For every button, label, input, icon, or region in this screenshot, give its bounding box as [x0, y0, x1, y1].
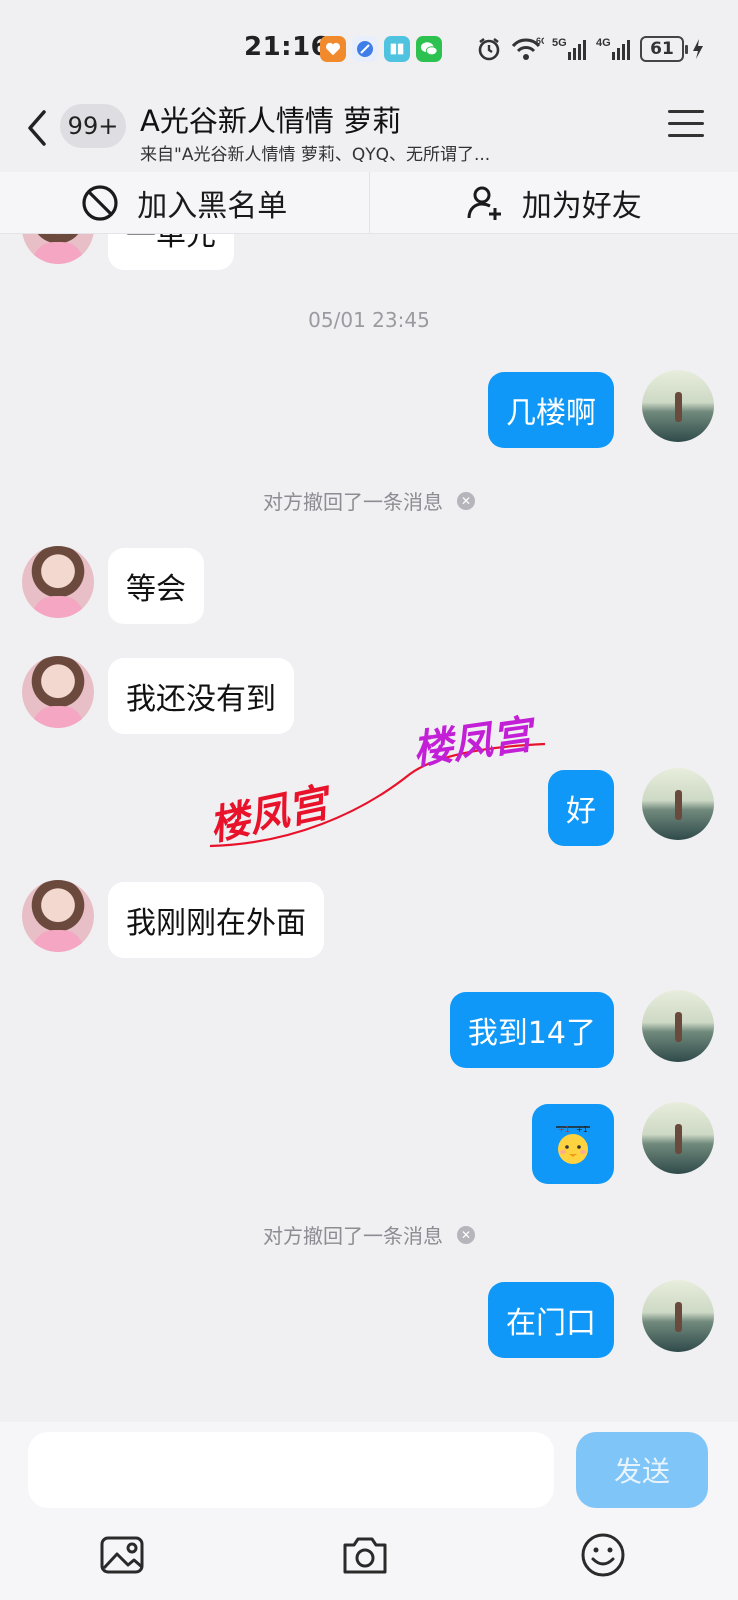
add-friend-button[interactable]: 加为好友: [370, 172, 738, 233]
book-app-icon: [384, 36, 410, 62]
svg-text:+1: +1: [576, 1125, 588, 1134]
sticker-message[interactable]: +1 +1: [532, 1104, 614, 1184]
signal-5g-icon: 5G: [552, 37, 586, 60]
image-picker-icon[interactable]: [98, 1530, 148, 1580]
add-user-icon: [467, 186, 501, 220]
dismiss-icon[interactable]: ✕: [457, 491, 475, 510]
emoji-icon[interactable]: [578, 1530, 628, 1580]
chat-header: 99+ A光谷新人情情 萝莉 来自"A光谷新人情情 萝莉、QYQ、无所谓了...: [0, 96, 738, 172]
contact-avatar[interactable]: [22, 656, 94, 728]
recall-notice-text: 对方撤回了一条消息: [263, 1224, 443, 1248]
my-avatar[interactable]: [642, 370, 714, 442]
chick-sticker-icon: +1 +1: [556, 1125, 590, 1164]
alarm-icon: [478, 37, 500, 61]
dismiss-icon[interactable]: ✕: [457, 1225, 475, 1244]
message-bubble-outgoing[interactable]: 在门口: [488, 1282, 614, 1358]
charging-icon: [693, 39, 703, 59]
signal-4g-icon: 4G: [596, 37, 630, 60]
block-button[interactable]: 加入黑名单: [0, 172, 369, 233]
menu-icon[interactable]: [668, 110, 704, 140]
my-avatar[interactable]: [642, 768, 714, 840]
camera-icon[interactable]: [340, 1530, 390, 1580]
message-bubble-outgoing[interactable]: 我到14了: [449, 992, 614, 1068]
svg-text:5G: 5G: [552, 37, 567, 49]
chat-title: A光谷新人情情 萝莉: [140, 104, 402, 138]
svg-text:+1: +1: [558, 1125, 570, 1134]
message-list[interactable]: 一单元 05/01 23:45 几楼啊 对方撤回了一条消息 ✕ 等会 我还没有到…: [0, 234, 738, 1422]
svg-text:6G: 6G: [536, 36, 544, 46]
recall-notice-text: 对方撤回了一条消息: [263, 490, 443, 514]
stranger-action-bar: 加入黑名单 加为好友: [0, 172, 738, 234]
battery-indicator: 61: [640, 36, 688, 62]
block-icon: [82, 184, 118, 221]
message-bubble-outgoing[interactable]: 几楼啊: [488, 372, 614, 448]
recall-notice: 对方撤回了一条消息 ✕: [0, 486, 738, 515]
back-arrow-icon[interactable]: [20, 106, 54, 150]
message-bubble-outgoing[interactable]: 好: [548, 770, 614, 846]
message-composer: 发送: [0, 1422, 738, 1600]
wifi-icon: 6G: [511, 36, 544, 60]
message-bubble-incoming[interactable]: 我刚刚在外面: [108, 882, 324, 958]
unread-badge[interactable]: 99+: [60, 104, 126, 148]
status-time: 21:16: [244, 32, 330, 62]
wechat-app-icon: [416, 36, 442, 62]
recall-notice: 对方撤回了一条消息 ✕: [0, 1220, 738, 1249]
contact-avatar[interactable]: [22, 880, 94, 952]
message-bubble-incoming[interactable]: 一单元: [108, 234, 234, 270]
add-friend-label: 加为好友: [521, 188, 642, 224]
block-label: 加入黑名单: [137, 188, 288, 224]
status-bar: 21:16 6G 5G 4G 61: [0, 0, 738, 96]
status-indicators: 6G 5G 4G 61: [476, 36, 704, 62]
browser-app-icon: [352, 36, 378, 62]
notification-icons: [320, 36, 442, 62]
my-avatar[interactable]: [642, 990, 714, 1062]
message-timestamp: 05/01 23:45: [308, 308, 430, 332]
my-avatar[interactable]: [642, 1280, 714, 1352]
heart-app-icon: [320, 36, 346, 62]
message-bubble-incoming[interactable]: 等会: [108, 548, 204, 624]
contact-avatar[interactable]: [22, 234, 94, 264]
chat-subtitle: 来自"A光谷新人情情 萝莉、QYQ、无所谓了...: [140, 145, 491, 165]
send-button[interactable]: 发送: [576, 1432, 708, 1508]
svg-text:4G: 4G: [596, 37, 611, 49]
contact-avatar[interactable]: [22, 546, 94, 618]
message-input[interactable]: [28, 1432, 554, 1508]
my-avatar[interactable]: [642, 1102, 714, 1174]
